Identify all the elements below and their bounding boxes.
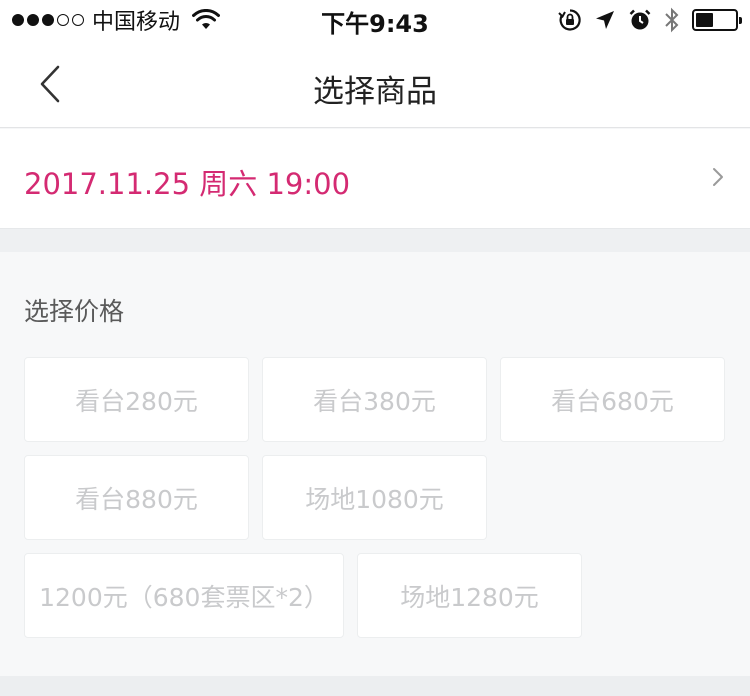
price-section-title: 选择价格 [24,297,125,326]
nav-bar: 选择商品 [0,40,750,128]
alarm-icon [629,9,651,30]
section-divider [0,228,750,252]
bottom-divider [0,676,750,696]
status-bar: 中国移动 下午9:43 [0,0,750,40]
price-option[interactable]: 1200元（680套票区*2） [24,553,344,638]
page-title: 选择商品 [313,74,437,110]
battery-icon [692,9,742,31]
price-option[interactable]: 看台380元 [262,357,487,442]
status-right [558,6,742,34]
location-arrow-icon [596,11,614,29]
price-section: 选择价格 看台280元 看台380元 看台680元 看台880元 场地1080元… [0,252,750,676]
session-datetime: 2017.11.25 周六 19:00 [24,167,351,201]
chevron-right-icon [713,168,723,186]
session-date-row[interactable]: 2017.11.25 周六 19:00 [0,129,750,228]
price-option[interactable]: 看台880元 [24,455,249,540]
price-option[interactable]: 看台680元 [500,357,725,442]
price-option[interactable]: 场地1280元 [357,553,582,638]
rotation-lock-icon [558,9,581,31]
price-option[interactable]: 场地1080元 [262,455,487,540]
price-option[interactable]: 看台280元 [24,357,249,442]
bluetooth-icon [665,7,679,33]
